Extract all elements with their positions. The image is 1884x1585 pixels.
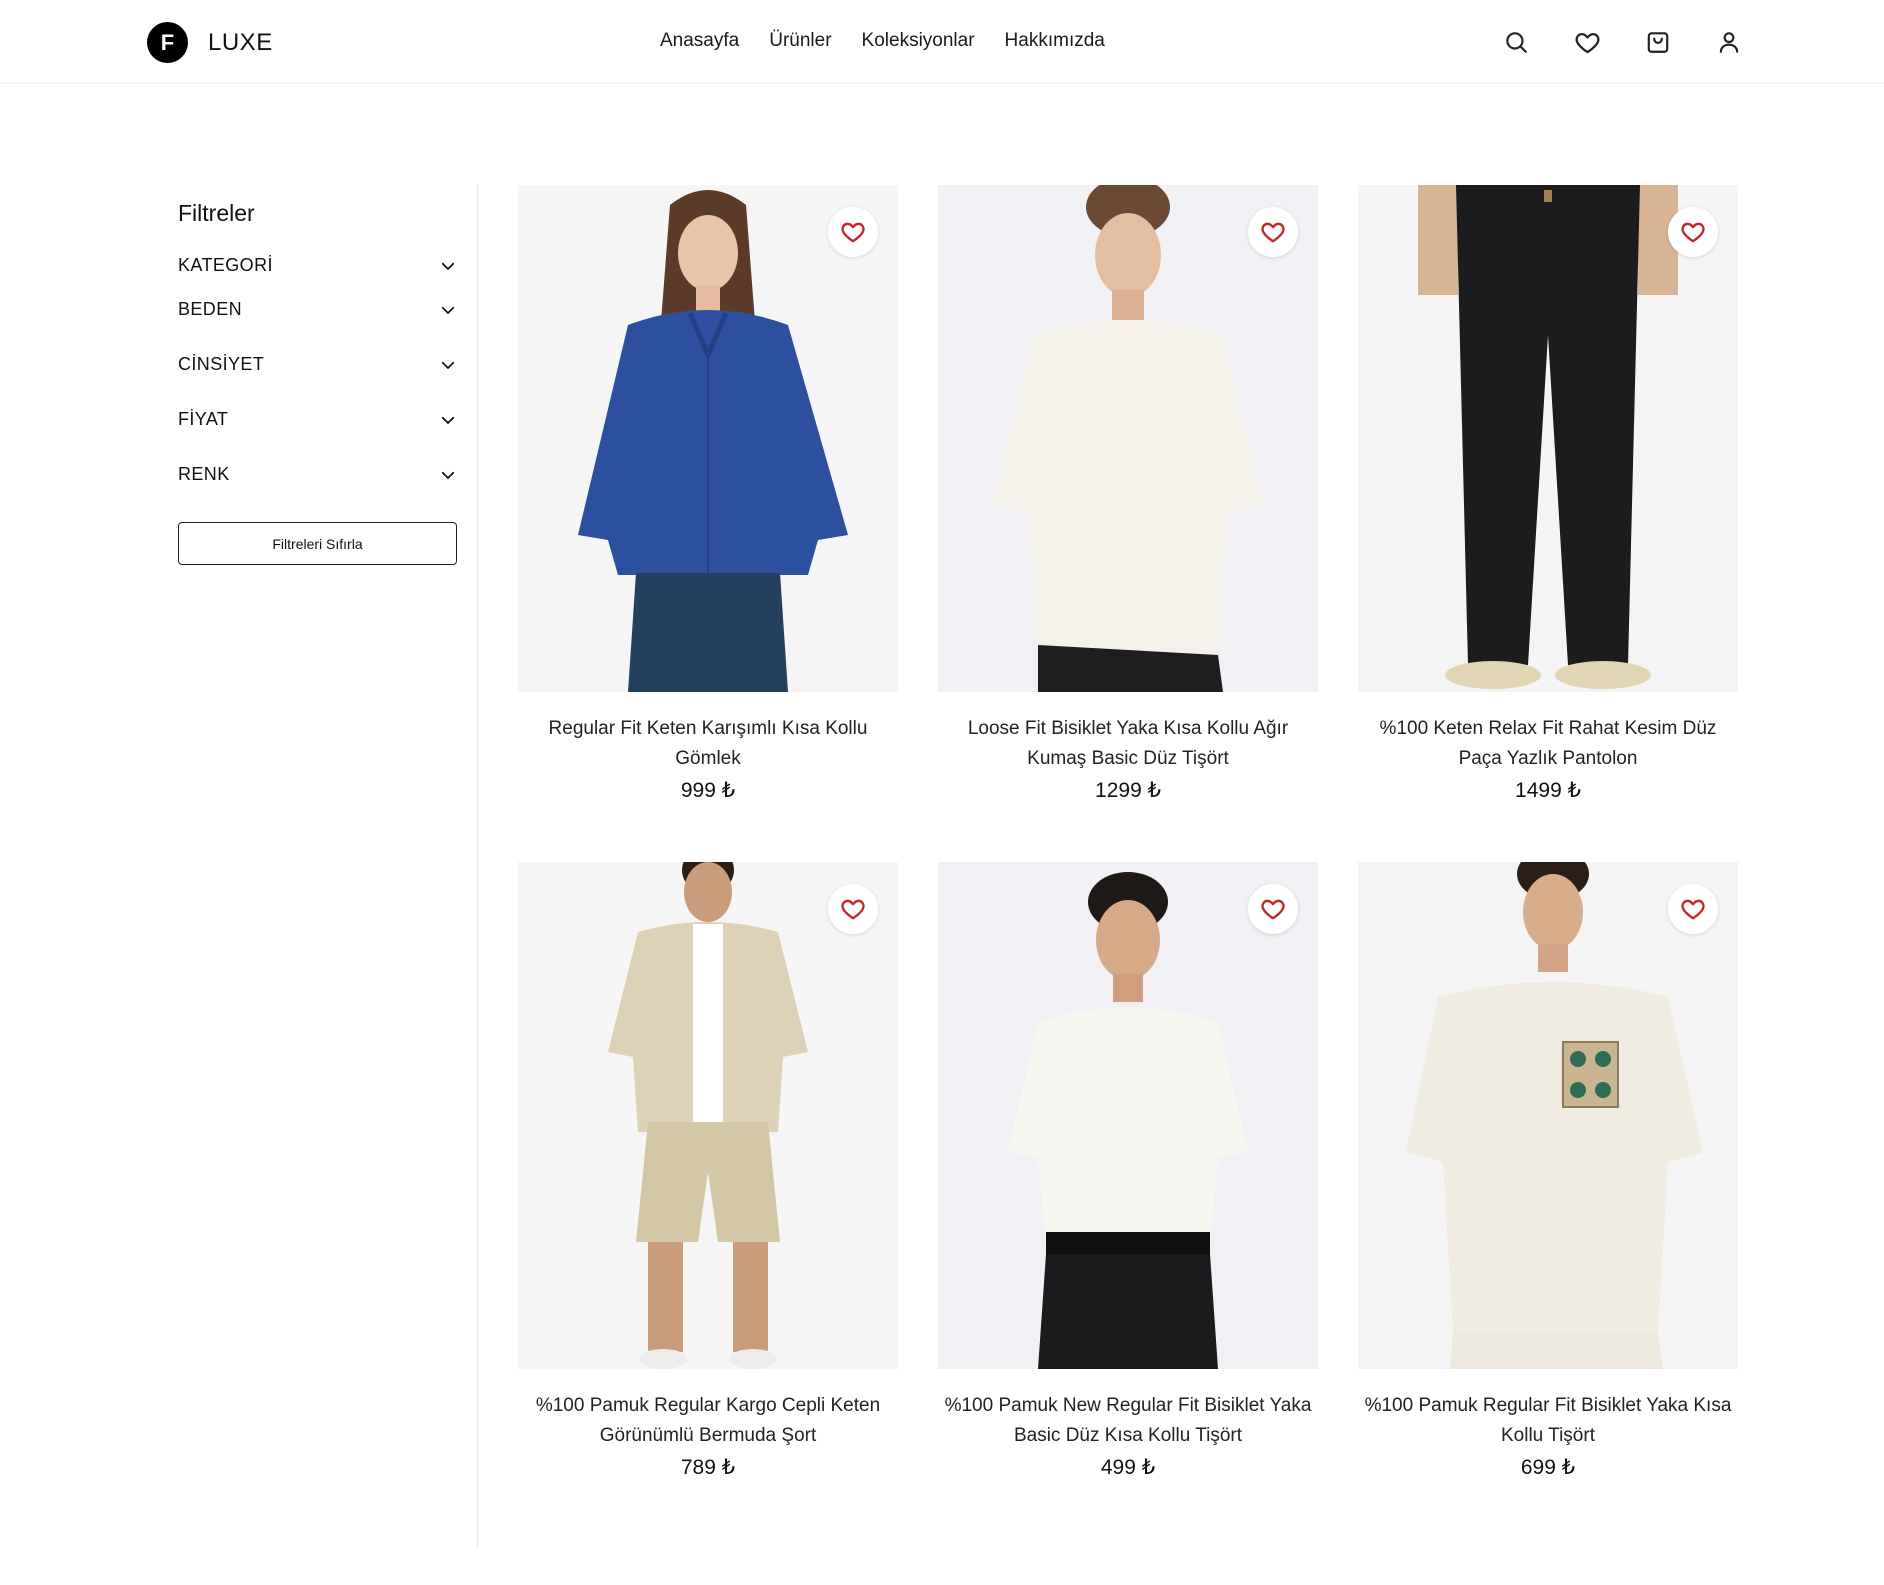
header-actions [1500, 26, 1745, 58]
filter-label: KATEGORİ [178, 255, 273, 275]
product-photo [938, 185, 1318, 692]
filter-category[interactable]: KATEGORİ [178, 249, 457, 282]
heart-icon [1261, 222, 1285, 243]
reset-filters-button[interactable]: Filtreleri Sıfırla [178, 522, 457, 565]
product-photo [518, 862, 898, 1369]
sidebar-divider [477, 184, 478, 1549]
product-image[interactable] [938, 862, 1318, 1369]
product-title[interactable]: %100 Pamuk New Regular Fit Bisiklet Yaka… [938, 1391, 1318, 1451]
product-price: 789 ₺ [680, 1456, 736, 1479]
user-icon[interactable] [1713, 26, 1745, 58]
product-photo [1358, 185, 1738, 692]
product-price: 999 ₺ [680, 779, 736, 802]
filters-title: Filtreler [178, 200, 255, 226]
logo-mark: F [147, 22, 188, 63]
favorite-button[interactable] [828, 884, 878, 934]
filter-label: BEDEN [178, 299, 243, 319]
filter-color[interactable]: RENK [178, 447, 457, 502]
chevron-down-icon [441, 262, 455, 270]
product-photo [938, 862, 1318, 1369]
search-icon[interactable] [1500, 26, 1532, 58]
favorite-button[interactable] [828, 207, 878, 257]
product-title[interactable]: %100 Keten Relax Fit Rahat Kesim Düz Paç… [1358, 714, 1738, 774]
product-image[interactable] [518, 862, 898, 1369]
product-title[interactable]: %100 Pamuk Regular Fit Bisiklet Yaka Kıs… [1358, 1391, 1738, 1451]
nav-link-products[interactable]: Ürünler [769, 30, 831, 52]
product-title[interactable]: %100 Pamuk Regular Kargo Cepli Keten Gör… [518, 1391, 898, 1451]
product-title[interactable]: Regular Fit Keten Karışımlı Kısa Kollu G… [518, 714, 898, 774]
logo[interactable]: F LUXE [147, 22, 273, 63]
heart-icon [1681, 222, 1705, 243]
filter-price[interactable]: FİYAT [178, 392, 457, 447]
product-photo [1358, 862, 1738, 1369]
heart-icon [841, 899, 865, 920]
chevron-down-icon [441, 416, 455, 424]
product-card[interactable]: %100 Keten Relax Fit Rahat Kesim Düz Paç… [1358, 185, 1738, 803]
product-image[interactable] [518, 185, 898, 692]
brand-name: LUXE [208, 28, 273, 56]
heart-icon [841, 222, 865, 243]
favorite-button[interactable] [1248, 207, 1298, 257]
nav-link-home[interactable]: Anasayfa [660, 30, 739, 52]
favorite-button[interactable] [1248, 884, 1298, 934]
product-card[interactable]: %100 Pamuk Regular Kargo Cepli Keten Gör… [518, 862, 898, 1480]
heart-icon [1681, 899, 1705, 920]
product-card[interactable]: Loose Fit Bisiklet Yaka Kısa Kollu Ağır … [938, 185, 1318, 803]
filters-sidebar: Filtreler KATEGORİ BEDEN CİNSİYET FİYAT … [178, 200, 457, 565]
heart-icon [1261, 899, 1285, 920]
product-title[interactable]: Loose Fit Bisiklet Yaka Kısa Kollu Ağır … [938, 714, 1318, 774]
filter-label: FİYAT [178, 409, 229, 429]
product-image[interactable] [1358, 185, 1738, 692]
filter-label: RENK [178, 464, 230, 484]
product-photo [518, 185, 898, 692]
product-card[interactable]: Regular Fit Keten Karışımlı Kısa Kollu G… [518, 185, 898, 803]
favorite-button[interactable] [1668, 207, 1718, 257]
product-image[interactable] [938, 185, 1318, 692]
favorite-button[interactable] [1668, 884, 1718, 934]
main-nav: Anasayfa Ürünler Koleksiyonlar Hakkımızd… [660, 30, 1105, 52]
chevron-down-icon [441, 361, 455, 369]
shopping-bag-icon[interactable] [1642, 26, 1674, 58]
product-card[interactable]: %100 Pamuk New Regular Fit Bisiklet Yaka… [938, 862, 1318, 1480]
filter-label: CİNSİYET [178, 354, 265, 374]
product-price: 499 ₺ [1100, 1456, 1156, 1479]
product-card[interactable]: %100 Pamuk Regular Fit Bisiklet Yaka Kıs… [1358, 862, 1738, 1480]
chevron-down-icon [441, 306, 455, 314]
site-header: F LUXE Anasayfa Ürünler Koleksiyonlar Ha… [0, 0, 1884, 84]
heart-icon[interactable] [1571, 26, 1603, 58]
chevron-down-icon [441, 471, 455, 479]
product-image[interactable] [1358, 862, 1738, 1369]
filter-gender[interactable]: CİNSİYET [178, 337, 457, 392]
product-price: 699 ₺ [1520, 1456, 1576, 1479]
product-price: 1499 ₺ [1515, 779, 1581, 802]
filter-size[interactable]: BEDEN [178, 282, 457, 337]
nav-link-about[interactable]: Hakkımızda [1005, 30, 1105, 52]
nav-link-collections[interactable]: Koleksiyonlar [862, 30, 975, 52]
product-price: 1299 ₺ [1095, 779, 1161, 802]
